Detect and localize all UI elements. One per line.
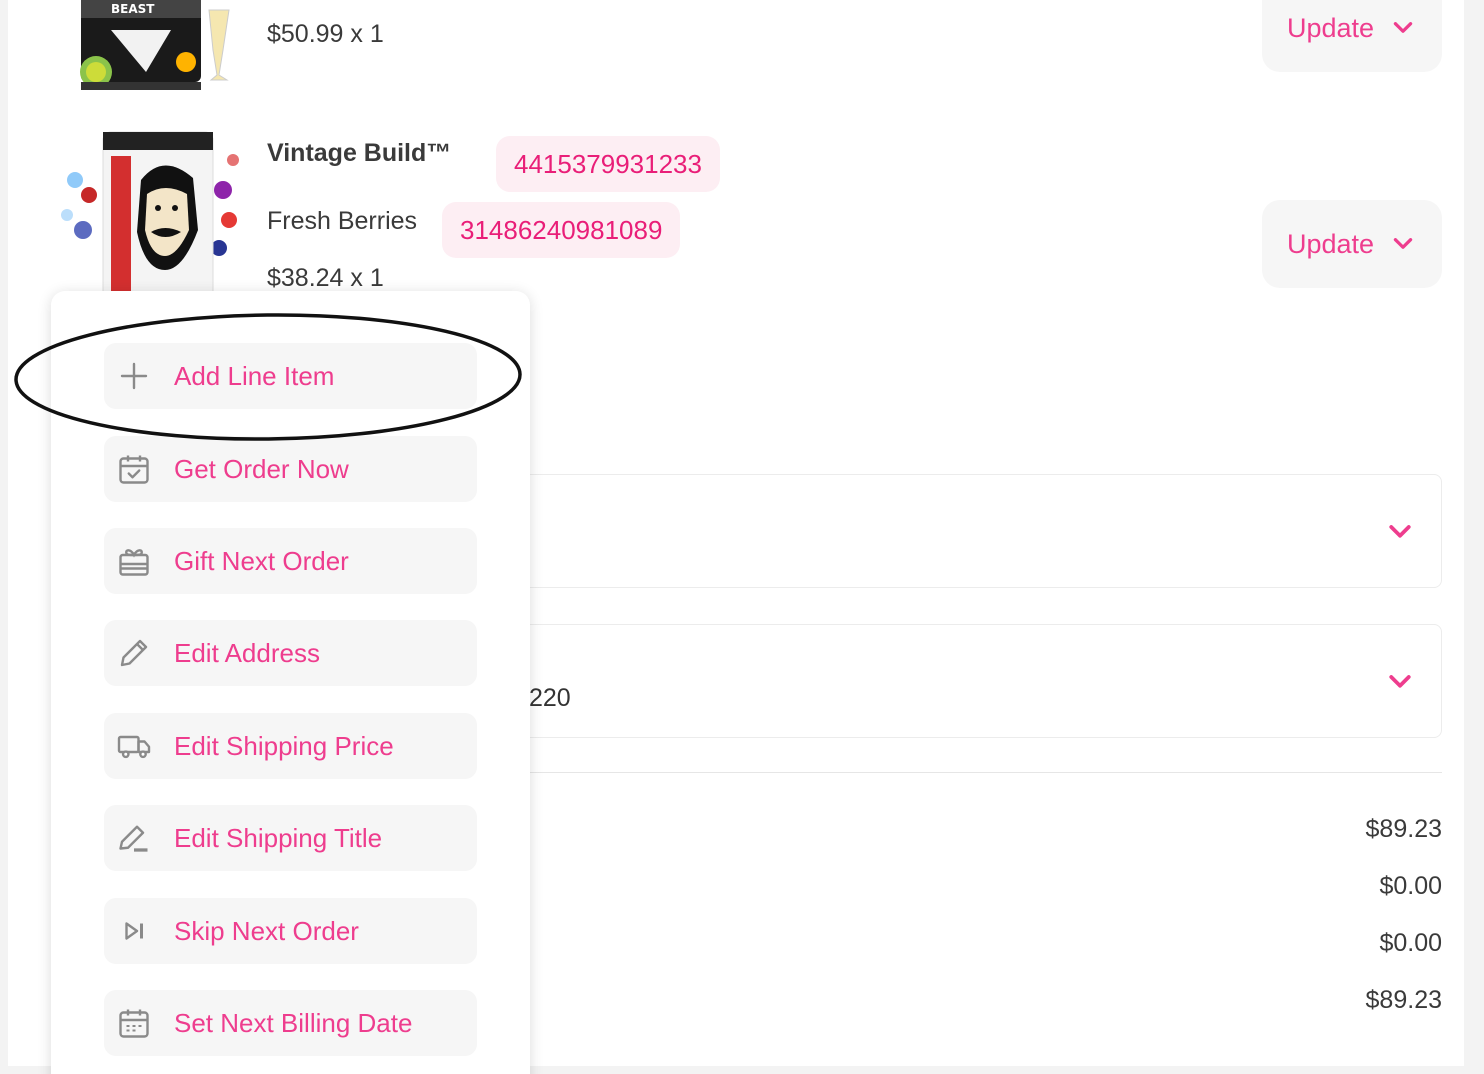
menu-item-label: Edit Shipping Title — [174, 822, 383, 853]
variant-id-chip: 31486240981089 — [442, 202, 681, 258]
menu-item-label: Edit Address — [174, 637, 320, 668]
total-value: $89.23 — [1365, 815, 1442, 843]
chevron-down-icon — [1393, 22, 1413, 33]
edit-shipping-title-button[interactable]: Edit Shipping Title — [104, 805, 477, 871]
truck-icon — [114, 726, 154, 766]
update-label: Update — [1287, 228, 1375, 259]
svg-text:BEAST: BEAST — [111, 2, 155, 16]
chevron-down-icon — [1389, 675, 1411, 688]
divider — [528, 772, 1442, 773]
accordion-panel[interactable] — [508, 474, 1442, 588]
product-variant: Fresh Berries — [267, 207, 418, 235]
menu-item-label: Get Order Now — [174, 453, 349, 484]
edit-shipping-price-button[interactable]: Edit Shipping Price — [104, 713, 477, 779]
edit-address-button[interactable]: Edit Address — [104, 620, 477, 686]
plus-icon — [114, 356, 154, 396]
product-price-qty: $50.99 x 1 — [267, 20, 384, 48]
actions-menu: Add Line Item Get Order Now Gift Next Or… — [51, 291, 530, 1074]
skip-next-icon — [114, 911, 154, 951]
product-price-qty: $38.24 x 1 — [267, 264, 384, 292]
chevron-down-icon — [1393, 238, 1413, 249]
address-accordion[interactable] — [508, 624, 1442, 738]
address-text: 220 — [529, 684, 571, 712]
menu-item-label: Set Next Billing Date — [174, 1007, 413, 1038]
product-image — [53, 120, 251, 292]
chevron-down-icon — [1389, 525, 1411, 538]
menu-item-label: Add Line Item — [174, 360, 335, 391]
skip-next-order-button[interactable]: Skip Next Order — [104, 898, 477, 964]
total-value: $0.00 — [1379, 872, 1442, 900]
gift-icon — [114, 541, 154, 581]
add-line-item-button[interactable]: Add Line Item — [104, 343, 477, 409]
gift-next-order-button[interactable]: Gift Next Order — [104, 528, 477, 594]
calendar-check-icon — [114, 449, 154, 489]
product-name: Vintage Build™ — [267, 139, 452, 167]
get-order-now-button[interactable]: Get Order Now — [104, 436, 477, 502]
product-image: BEAST — [51, 0, 249, 98]
update-label: Update — [1287, 12, 1375, 43]
update-button[interactable]: Update — [1262, 200, 1442, 288]
update-button[interactable]: Update — [1262, 0, 1442, 72]
pencil-icon — [114, 633, 154, 673]
menu-item-label: Skip Next Order — [174, 915, 359, 946]
pencil-line-icon — [114, 818, 154, 858]
total-value: $0.00 — [1379, 929, 1442, 957]
total-value: $89.23 — [1365, 986, 1442, 1014]
product-id-chip: 4415379931233 — [496, 136, 720, 192]
menu-item-label: Gift Next Order — [174, 545, 349, 576]
set-next-billing-date-button[interactable]: Set Next Billing Date — [104, 990, 477, 1056]
menu-item-label: Edit Shipping Price — [174, 730, 394, 761]
calendar-icon — [114, 1003, 154, 1043]
